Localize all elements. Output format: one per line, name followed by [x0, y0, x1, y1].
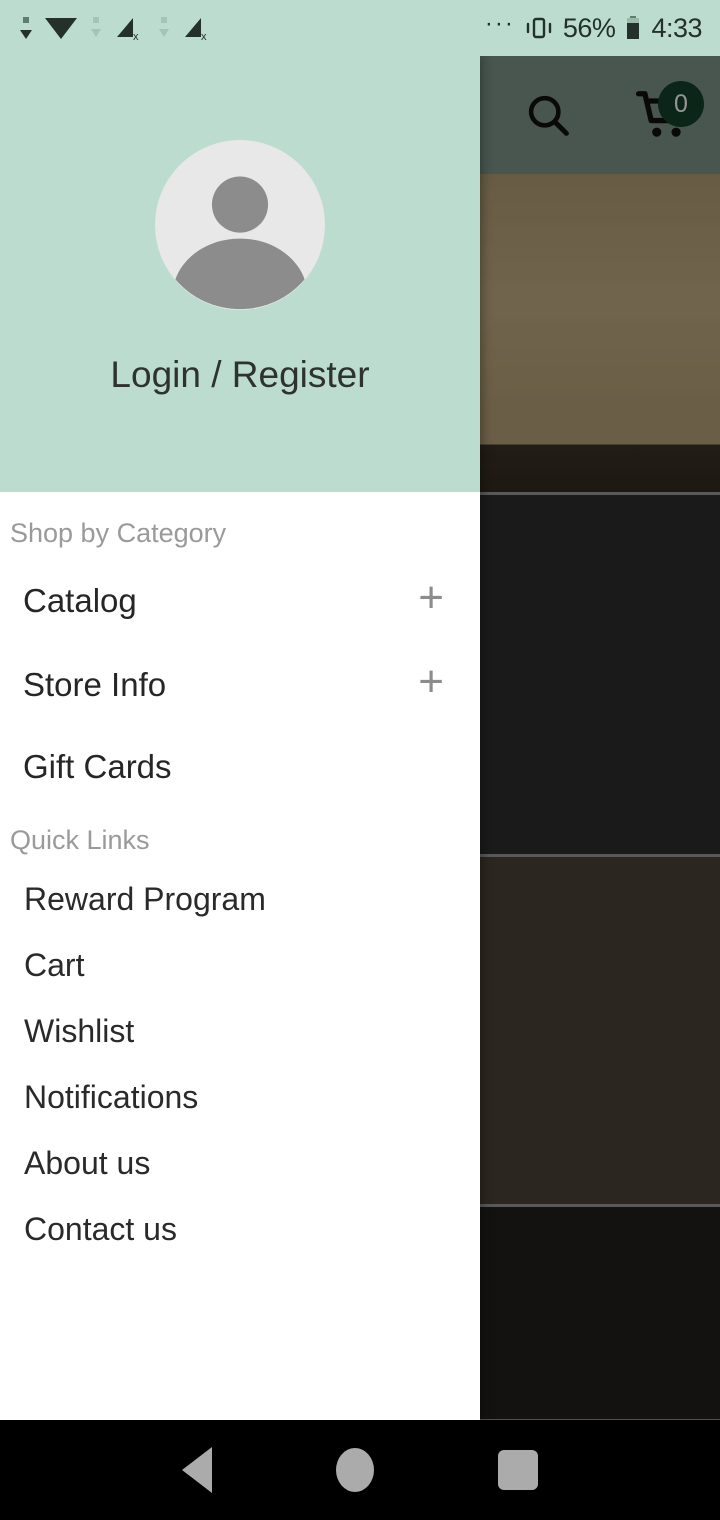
login-register-label[interactable]: Login / Register [110, 354, 369, 396]
android-navigation-bar [0, 1420, 720, 1520]
alert-arrow-icon-2 [159, 17, 169, 37]
drawer-item-label: Notifications [24, 1078, 199, 1115]
drawer-item-label: Store Info [23, 666, 167, 703]
back-triangle-icon[interactable] [182, 1447, 212, 1493]
svg-text:x: x [133, 31, 139, 43]
download-arrow-icon [20, 17, 32, 39]
drawer-item-gift-cards[interactable]: Gift Cards [0, 727, 480, 807]
drawer-item-contact-us[interactable]: Contact us [0, 1196, 480, 1262]
drawer-item-reward-program[interactable]: Reward Program [0, 866, 480, 932]
wifi-icon [45, 18, 77, 39]
clock-label: 4:33 [651, 12, 702, 43]
home-circle-icon[interactable] [336, 1448, 374, 1492]
expand-plus-icon[interactable]: + [418, 576, 444, 626]
user-avatar-icon [155, 140, 325, 310]
drawer-item-catalog[interactable]: Catalog + [0, 559, 480, 643]
drawer-item-label: Reward Program [24, 880, 266, 917]
status-bar-left-icons: x x [18, 13, 214, 43]
status-bar: x x ··· 56% 4:33 [0, 0, 720, 56]
drawer-item-notifications[interactable]: Notifications [0, 1064, 480, 1130]
battery-icon [627, 16, 640, 39]
navigation-drawer: Login / Register Shop by Category Catalo… [0, 56, 480, 1420]
vibrate-icon [526, 17, 552, 39]
drawer-item-label: Contact us [24, 1210, 177, 1247]
drawer-item-label: About us [24, 1144, 151, 1181]
drawer-item-about-us[interactable]: About us [0, 1130, 480, 1196]
recents-square-icon[interactable] [498, 1450, 538, 1490]
no-sim-signal-icon: x [117, 18, 139, 43]
drawer-item-label: Cart [24, 946, 85, 983]
svg-text:x: x [201, 31, 207, 43]
drawer-item-label: Gift Cards [23, 748, 172, 785]
shop-by-category-title: Shop by Category [10, 518, 227, 548]
drawer-item-wishlist[interactable]: Wishlist [0, 998, 480, 1064]
drawer-item-label: Catalog [23, 582, 137, 619]
alert-arrow-icon [91, 17, 101, 37]
drawer-item-label: Wishlist [24, 1012, 135, 1049]
more-notifications-icon: ··· [484, 9, 515, 37]
phone-screen: 0 LE ad accessories · gifts ot, Arkansas… [0, 0, 720, 1520]
drawer-item-store-info[interactable]: Store Info + [0, 643, 480, 727]
status-bar-right-icons: ··· 56% 4:33 [484, 9, 703, 45]
no-sim-signal-icon-2: x [185, 18, 207, 43]
battery-percent-label: 56% [562, 12, 616, 43]
drawer-item-cart[interactable]: Cart [0, 932, 480, 998]
quick-links-title: Quick Links [10, 825, 150, 855]
drawer-header[interactable]: Login / Register [0, 56, 480, 492]
expand-plus-icon[interactable]: + [418, 660, 444, 710]
